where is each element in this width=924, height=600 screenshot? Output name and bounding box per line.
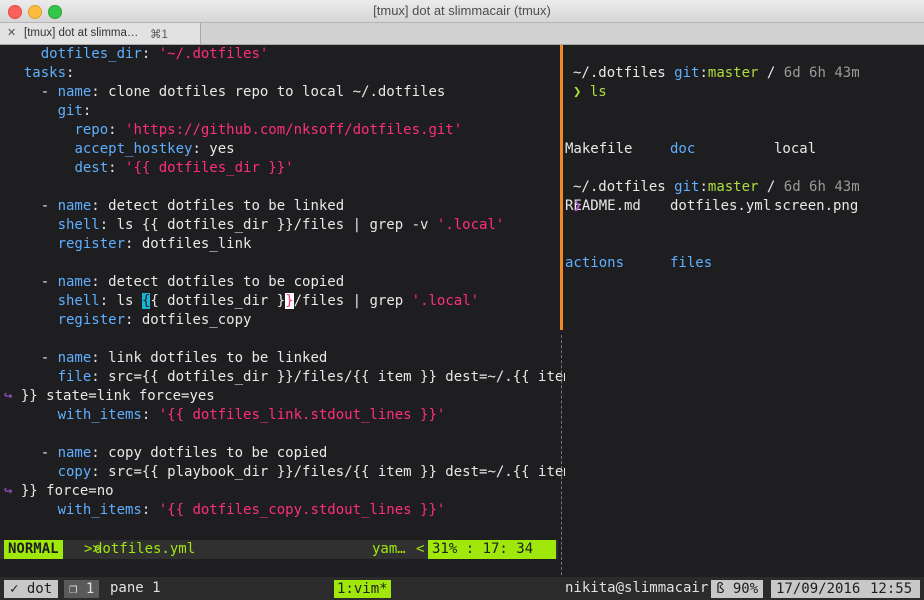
terminal-window: [tmux] dot at slimmacair (tmux) ✕ [tmux]… (0, 0, 924, 600)
code-line: - name: copy dotfiles to be copied (40, 445, 328, 461)
vim-filetype: yam… (372, 541, 406, 557)
tmux-time: 12:55 (862, 580, 921, 598)
tab-label: [tmux] dot at slimma… (24, 27, 139, 39)
code-line-cursor: shell: ls {{ dotfiles_dir }}/files | gre… (57, 293, 480, 309)
tmux-window-vim[interactable]: 1:vim* (334, 580, 391, 598)
vim-mode: NORMAL (4, 540, 63, 559)
ls-entry: local (774, 141, 817, 157)
code-line: copy: src={{ playbook_dir }}/files/{{ it… (57, 464, 572, 480)
code-line: shell: ls {{ dotfiles_dir }}/files | gre… (57, 217, 505, 233)
pane-divider[interactable] (558, 45, 565, 577)
code-line: - name: clone dotfiles repo to local ~/.… (40, 84, 446, 100)
tmux-session[interactable]: ✓ dot (4, 580, 59, 598)
tmux-date: 17/09/2016 (771, 580, 866, 598)
vim-pane[interactable]: dotfiles_dir: '~/.dotfiles' tasks: - nam… (0, 45, 572, 577)
vim-filename: dotfiles.yml (94, 541, 196, 557)
ls-entry-dir: doc (670, 141, 696, 157)
window-title: [tmux] dot at slimmacair (tmux) (373, 3, 551, 18)
code-line: - name: detect dotfiles to be copied (40, 274, 345, 290)
prompt-arrow-icon: ❯ (573, 198, 582, 214)
code-line: dest: '{{ dotfiles_dir }}' (74, 160, 294, 176)
code-line: repo: 'https://github.com/nksoff/dotfile… (74, 122, 463, 138)
ls-entry: dotfiles.yml (670, 198, 772, 214)
tab-tmux[interactable]: ✕ [tmux] dot at slimma… ⌘1 (0, 23, 201, 44)
ls-entry: screen.png (774, 198, 859, 214)
vim-statusline: NORMAL >> dotfiles.yml yam… < 31% : 17: … (0, 540, 558, 559)
title-bar: [tmux] dot at slimmacair (tmux) (0, 0, 924, 23)
ls-output-col2: doc dotfiles.yml files (670, 102, 771, 311)
prompt-command-line: ❯ ls (573, 83, 607, 102)
prompt-branch: master (707, 65, 759, 81)
ls-entry: Makefile (565, 141, 633, 157)
prompt-git: git (674, 65, 700, 81)
prompt-info-line: ~/.dotfiles git:master / 6d 6h 43m (573, 65, 860, 81)
shell-pane[interactable]: ~/.dotfiles git:master / 6d 6h 43m ❯ ls … (565, 45, 924, 577)
prompt-info-line: ~/.dotfiles git:master / 6d 6h 43m (573, 179, 860, 195)
inactive-pane-border (561, 335, 563, 575)
tab-close-icon[interactable]: ✕ (7, 26, 16, 39)
code-line: with_items: '{{ dotfiles_copy.stdout_lin… (57, 502, 446, 518)
code-line: - name: link dotfiles to be linked (40, 350, 328, 366)
prompt-elapsed: 6d 6h 43m (783, 65, 860, 81)
prompt-arrow-icon: ❯ (573, 84, 582, 100)
code-line: tasks: (23, 65, 75, 81)
code-line: register: dotfiles_link (57, 236, 252, 252)
tmux-battery: ß 90% (711, 580, 764, 598)
matching-bracket: } (285, 293, 294, 309)
tmux-pane: pane 1 (110, 580, 161, 596)
prompt-command-line[interactable]: ❯ (573, 197, 581, 216)
active-pane-border (560, 45, 563, 330)
tmux-window-index: ❐ 1 (64, 580, 100, 598)
tmux-statusbar: ✓ dot ❐ 1 pane 1 1:vim* nikita@slimmacai… (0, 577, 924, 600)
code-line: register: dotfiles_copy (57, 312, 252, 328)
code-line: git: (57, 103, 92, 119)
code-line-wrapped: ↪ }} force=no (4, 483, 114, 499)
code-line: - name: detect dotfiles to be linked (40, 198, 345, 214)
code-line: file: src={{ dotfiles_dir }}/files/{{ it… (57, 369, 572, 385)
tab-shortcut: ⌘1 (150, 29, 168, 41)
ls-entry-dir: actions (565, 255, 625, 271)
typed-command: ls (589, 84, 607, 100)
tmux-host: nikita@slimmacair (565, 580, 709, 596)
prompt-path: ~/.dotfiles (573, 65, 666, 81)
vim-cursor-position: 31% : 17: 34 (428, 540, 556, 559)
code-line-wrapped: ↪ }} state=link force=yes (4, 388, 215, 404)
tab-bar: ✕ [tmux] dot at slimma… ⌘1 (0, 23, 924, 45)
code-line: accept_hostkey: yes (74, 141, 235, 157)
code-line: dotfiles_dir: '~/.dotfiles' (40, 46, 269, 62)
statusline-separator: < (416, 541, 425, 557)
code-line: with_items: '{{ dotfiles_link.stdout_lin… (57, 407, 446, 423)
ls-entry-dir: files (670, 255, 713, 271)
